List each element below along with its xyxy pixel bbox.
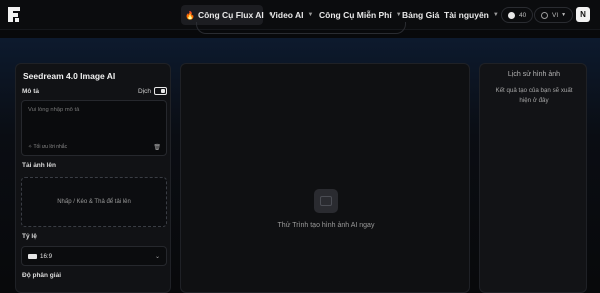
history-empty-text: Kết quả tạo của bạn sẽ xuất hiện ở đây [495, 87, 573, 104]
nav-item-resources[interactable]: Tài nguyên ▼ [444, 5, 499, 25]
history-panel: Lịch sử hình ảnh Kết quả tạo của bạn sẽ … [479, 63, 587, 293]
image-placeholder-icon [314, 189, 338, 213]
language-selector[interactable]: VI ▼ [534, 7, 574, 23]
history-title: Lịch sử hình ảnh [507, 71, 561, 78]
translate-toggle[interactable] [154, 87, 167, 95]
prompt-placeholder: Vui lòng nhập mô tả [28, 107, 80, 113]
ratio-label: Tỷ lệ [22, 233, 37, 240]
nav-item-pricing[interactable]: Bảng Giá [402, 5, 439, 25]
trash-icon[interactable]: 🗑 [153, 144, 161, 151]
chevron-down-icon: ▼ [395, 12, 402, 18]
fire-icon: 🔥 [185, 10, 195, 20]
translate-label: Dịch [138, 88, 152, 95]
logo-icon[interactable] [7, 6, 22, 23]
chevron-down-icon: ▼ [561, 12, 567, 18]
chevron-down-icon: ⌄ [154, 253, 160, 260]
optimize-prompt-button[interactable]: ✧ Tối ưu lời nhắc [28, 144, 67, 150]
user-avatar[interactable]: N [576, 7, 590, 22]
upload-label: Tải ảnh lên [22, 162, 56, 169]
hero-pill-outline [196, 22, 406, 34]
preview-panel: Thử Trình tạo hình ảnh AI ngay [180, 63, 470, 293]
chevron-down-icon: ▼ [307, 12, 314, 18]
credit-icon [508, 11, 515, 19]
credits-badge[interactable]: 40 [501, 7, 534, 23]
ratio-select[interactable]: 16:9 ⌄ [21, 246, 167, 266]
prompt-label: Mô tả [22, 88, 39, 95]
preview-empty-text: Thử Trình tạo hình ảnh AI ngay [277, 222, 375, 229]
upload-dropzone[interactable]: Nhấp / Kéo & Thả để tải lên [21, 177, 167, 227]
globe-icon [541, 11, 548, 19]
settings-panel: Seedream 4.0 Image AI Mô tả Dịch Vui lòn… [15, 63, 171, 293]
aspect-ratio-icon [28, 253, 37, 259]
chevron-down-icon: ▼ [492, 12, 499, 18]
resolution-label: Độ phân giải [22, 272, 61, 279]
prompt-input[interactable]: Vui lòng nhập mô tả ✧ Tối ưu lời nhắc 🗑 [21, 100, 167, 156]
tool-title: Seedream 4.0 Image AI [23, 71, 116, 81]
